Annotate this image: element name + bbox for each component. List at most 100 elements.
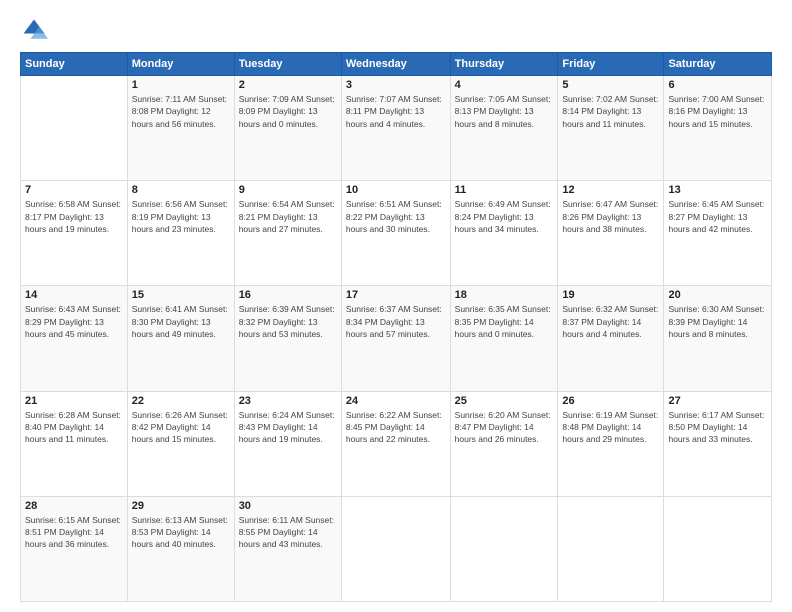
day-info: Sunrise: 6:39 AM Sunset: 8:32 PM Dayligh…: [239, 303, 337, 340]
calendar-cell: 8Sunrise: 6:56 AM Sunset: 8:19 PM Daylig…: [127, 181, 234, 286]
day-number: 11: [455, 184, 554, 196]
calendar-cell: [450, 496, 558, 601]
day-number: 20: [668, 289, 767, 301]
day-number: 26: [562, 395, 659, 407]
day-number: 18: [455, 289, 554, 301]
day-info: Sunrise: 7:11 AM Sunset: 8:08 PM Dayligh…: [132, 93, 230, 130]
calendar-cell: [558, 496, 664, 601]
page: SundayMondayTuesdayWednesdayThursdayFrid…: [0, 0, 792, 612]
day-info: Sunrise: 6:30 AM Sunset: 8:39 PM Dayligh…: [668, 303, 767, 340]
day-info: Sunrise: 6:41 AM Sunset: 8:30 PM Dayligh…: [132, 303, 230, 340]
calendar-cell: 4 Sunrise: 7:05 AM Sunset: 8:13 PM Daylig…: [450, 76, 558, 181]
day-info: Sunrise: 6:49 AM Sunset: 8:24 PM Dayligh…: [455, 198, 554, 235]
day-info: Sunrise: 6:43 AM Sunset: 8:29 PM Dayligh…: [25, 303, 123, 340]
calendar-cell: [664, 496, 772, 601]
day-number: 22: [132, 395, 230, 407]
calendar-cell: 3 Sunrise: 7:07 AM Sunset: 8:11 PM Daylig…: [341, 76, 450, 181]
day-number: 14: [25, 289, 123, 301]
calendar-cell: 18 Sunrise: 6:35 AM Sunset: 8:35 PM Dayli…: [450, 286, 558, 391]
day-number: 16: [239, 289, 337, 301]
day-header-thursday: Thursday: [450, 53, 558, 76]
calendar-body: 1 Sunrise: 7:11 AM Sunset: 8:08 PM Daylig…: [21, 76, 772, 602]
calendar-cell: 28 Sunrise: 6:15 AM Sunset: 8:51 PM Dayli…: [21, 496, 128, 601]
calendar-cell: 29Sunrise: 6:13 AM Sunset: 8:53 PM Dayli…: [127, 496, 234, 601]
calendar-cell: 5 Sunrise: 7:02 AM Sunset: 8:14 PM Daylig…: [558, 76, 664, 181]
day-number: 13: [668, 184, 767, 196]
header: [20, 16, 772, 44]
day-number: 24: [346, 395, 446, 407]
day-info: Sunrise: 6:15 AM Sunset: 8:51 PM Dayligh…: [25, 514, 123, 551]
day-info: Sunrise: 6:51 AM Sunset: 8:22 PM Dayligh…: [346, 198, 446, 235]
day-number: 27: [668, 395, 767, 407]
week-row-5: 28 Sunrise: 6:15 AM Sunset: 8:51 PM Dayli…: [21, 496, 772, 601]
day-info: Sunrise: 6:28 AM Sunset: 8:40 PM Dayligh…: [25, 409, 123, 446]
day-number: 30: [239, 500, 337, 512]
calendar-table: SundayMondayTuesdayWednesdayThursdayFrid…: [20, 52, 772, 602]
calendar-cell: 24 Sunrise: 6:22 AM Sunset: 8:45 PM Dayli…: [341, 391, 450, 496]
calendar-cell: 9 Sunrise: 6:54 AM Sunset: 8:21 PM Daylig…: [234, 181, 341, 286]
day-info: Sunrise: 7:09 AM Sunset: 8:09 PM Dayligh…: [239, 93, 337, 130]
day-number: 2: [239, 79, 337, 91]
calendar-cell: 30 Sunrise: 6:11 AM Sunset: 8:55 PM Dayli…: [234, 496, 341, 601]
day-info: Sunrise: 6:47 AM Sunset: 8:26 PM Dayligh…: [562, 198, 659, 235]
calendar-cell: 17 Sunrise: 6:37 AM Sunset: 8:34 PM Dayli…: [341, 286, 450, 391]
calendar-cell: 25Sunrise: 6:20 AM Sunset: 8:47 PM Dayli…: [450, 391, 558, 496]
day-info: Sunrise: 6:56 AM Sunset: 8:19 PM Dayligh…: [132, 198, 230, 235]
day-info: Sunrise: 6:54 AM Sunset: 8:21 PM Dayligh…: [239, 198, 337, 235]
day-info: Sunrise: 6:19 AM Sunset: 8:48 PM Dayligh…: [562, 409, 659, 446]
week-row-3: 14 Sunrise: 6:43 AM Sunset: 8:29 PM Dayli…: [21, 286, 772, 391]
calendar-cell: 14 Sunrise: 6:43 AM Sunset: 8:29 PM Dayli…: [21, 286, 128, 391]
day-number: 4: [455, 79, 554, 91]
day-number: 1: [132, 79, 230, 91]
day-number: 7: [25, 184, 123, 196]
day-number: 9: [239, 184, 337, 196]
day-info: Sunrise: 6:20 AM Sunset: 8:47 PM Dayligh…: [455, 409, 554, 446]
day-info: Sunrise: 6:26 AM Sunset: 8:42 PM Dayligh…: [132, 409, 230, 446]
day-info: Sunrise: 6:35 AM Sunset: 8:35 PM Dayligh…: [455, 303, 554, 340]
calendar-cell: 2 Sunrise: 7:09 AM Sunset: 8:09 PM Daylig…: [234, 76, 341, 181]
day-info: Sunrise: 6:32 AM Sunset: 8:37 PM Dayligh…: [562, 303, 659, 340]
day-number: 28: [25, 500, 123, 512]
day-info: Sunrise: 7:02 AM Sunset: 8:14 PM Dayligh…: [562, 93, 659, 130]
day-number: 5: [562, 79, 659, 91]
logo-icon: [20, 16, 48, 44]
calendar-cell: 21 Sunrise: 6:28 AM Sunset: 8:40 PM Dayli…: [21, 391, 128, 496]
day-info: Sunrise: 7:00 AM Sunset: 8:16 PM Dayligh…: [668, 93, 767, 130]
day-number: 3: [346, 79, 446, 91]
day-number: 15: [132, 289, 230, 301]
day-number: 12: [562, 184, 659, 196]
day-number: 17: [346, 289, 446, 301]
calendar-cell: 16 Sunrise: 6:39 AM Sunset: 8:32 PM Dayli…: [234, 286, 341, 391]
day-info: Sunrise: 6:22 AM Sunset: 8:45 PM Dayligh…: [346, 409, 446, 446]
day-info: Sunrise: 7:05 AM Sunset: 8:13 PM Dayligh…: [455, 93, 554, 130]
week-row-1: 1 Sunrise: 7:11 AM Sunset: 8:08 PM Daylig…: [21, 76, 772, 181]
day-info: Sunrise: 7:07 AM Sunset: 8:11 PM Dayligh…: [346, 93, 446, 130]
day-header-saturday: Saturday: [664, 53, 772, 76]
day-header-sunday: Sunday: [21, 53, 128, 76]
calendar-cell: 1 Sunrise: 7:11 AM Sunset: 8:08 PM Daylig…: [127, 76, 234, 181]
day-number: 23: [239, 395, 337, 407]
calendar-cell: 12 Sunrise: 6:47 AM Sunset: 8:26 PM Dayli…: [558, 181, 664, 286]
calendar-cell: 22 Sunrise: 6:26 AM Sunset: 8:42 PM Dayli…: [127, 391, 234, 496]
day-number: 10: [346, 184, 446, 196]
day-info: Sunrise: 6:11 AM Sunset: 8:55 PM Dayligh…: [239, 514, 337, 551]
day-number: 21: [25, 395, 123, 407]
day-header-friday: Friday: [558, 53, 664, 76]
calendar-cell: 27Sunrise: 6:17 AM Sunset: 8:50 PM Dayli…: [664, 391, 772, 496]
calendar: SundayMondayTuesdayWednesdayThursdayFrid…: [20, 52, 772, 602]
day-info: Sunrise: 6:58 AM Sunset: 8:17 PM Dayligh…: [25, 198, 123, 235]
day-info: Sunrise: 6:13 AM Sunset: 8:53 PM Dayligh…: [132, 514, 230, 551]
day-header-wednesday: Wednesday: [341, 53, 450, 76]
week-row-2: 7 Sunrise: 6:58 AM Sunset: 8:17 PM Daylig…: [21, 181, 772, 286]
calendar-cell: 11 Sunrise: 6:49 AM Sunset: 8:24 PM Dayli…: [450, 181, 558, 286]
day-info: Sunrise: 6:45 AM Sunset: 8:27 PM Dayligh…: [668, 198, 767, 235]
week-row-4: 21 Sunrise: 6:28 AM Sunset: 8:40 PM Dayli…: [21, 391, 772, 496]
day-info: Sunrise: 6:24 AM Sunset: 8:43 PM Dayligh…: [239, 409, 337, 446]
day-header-monday: Monday: [127, 53, 234, 76]
calendar-cell: 26 Sunrise: 6:19 AM Sunset: 8:48 PM Dayli…: [558, 391, 664, 496]
day-number: 19: [562, 289, 659, 301]
calendar-cell: 6Sunrise: 7:00 AM Sunset: 8:16 PM Daylig…: [664, 76, 772, 181]
day-info: Sunrise: 6:37 AM Sunset: 8:34 PM Dayligh…: [346, 303, 446, 340]
calendar-cell: [341, 496, 450, 601]
calendar-cell: 10 Sunrise: 6:51 AM Sunset: 8:22 PM Dayli…: [341, 181, 450, 286]
